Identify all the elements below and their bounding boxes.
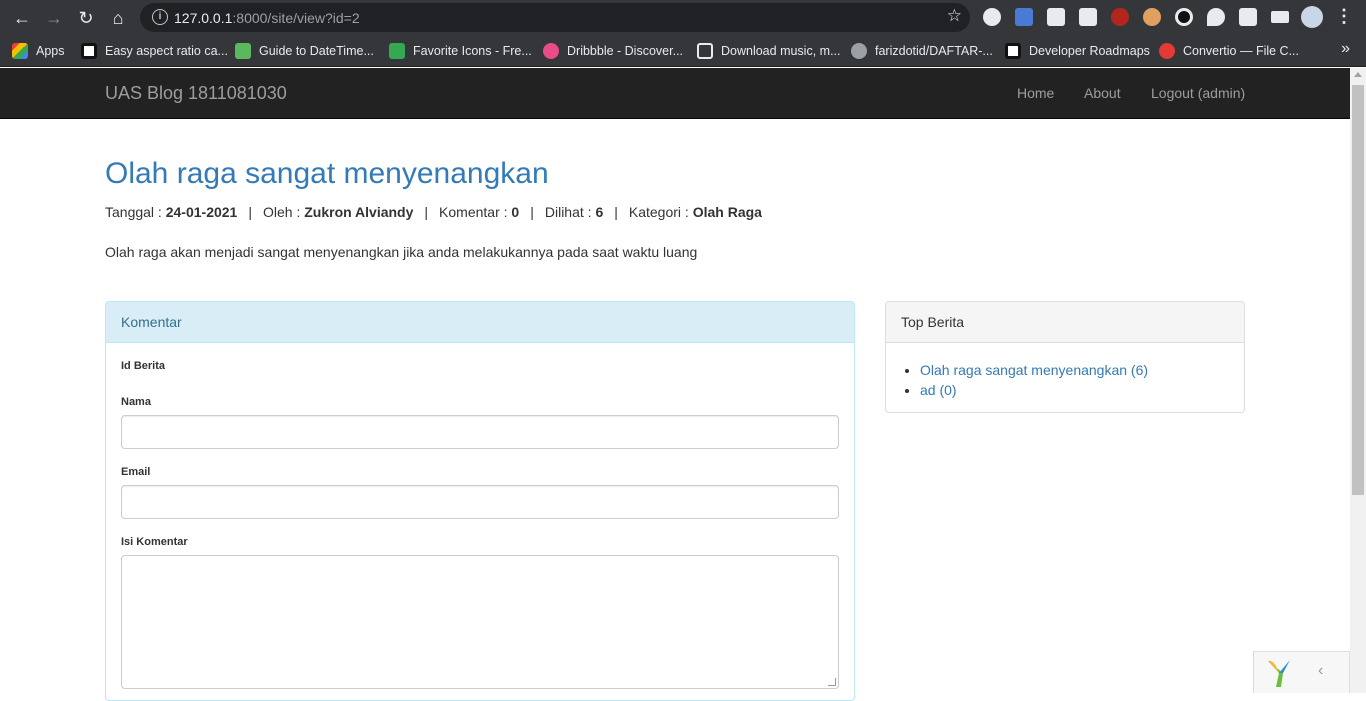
yii-logo-icon[interactable]: [1264, 657, 1294, 689]
nav-logout[interactable]: Logout (admin): [1151, 85, 1245, 101]
nama-label: Nama: [121, 396, 151, 408]
face-extension-icon[interactable]: [1143, 8, 1161, 26]
translate-extension-icon[interactable]: [1015, 8, 1033, 26]
back-icon[interactable]: ←: [10, 6, 34, 30]
email-input[interactable]: [121, 485, 839, 519]
convertio-icon: [1159, 43, 1175, 59]
browser-menu-icon[interactable]: ⋮: [1334, 6, 1354, 27]
bookmark-favicon: [697, 43, 713, 59]
bookmark-favicon: [235, 43, 251, 59]
post-category: Olah Raga: [692, 204, 762, 220]
browser-toolbar: ← → ↻ ⌂ i 127.0.0.1:8000/site/view?id=2 …: [0, 0, 1366, 35]
site-brand[interactable]: UAS Blog 1811081030: [105, 83, 287, 104]
profile-avatar[interactable]: [1301, 6, 1323, 28]
ublock-extension-icon[interactable]: [1111, 8, 1129, 26]
oleh-label: Oleh :: [262, 204, 301, 220]
forward-icon[interactable]: →: [42, 6, 66, 30]
bookmark-label: Apps: [36, 44, 65, 58]
tanggal-label: Tanggal :: [105, 204, 162, 220]
circle-extension-icon[interactable]: [1175, 8, 1193, 26]
bookmark-dribbble[interactable]: Dribbble - Discover...: [543, 42, 683, 60]
email-label: Email: [121, 466, 151, 478]
site-info-icon[interactable]: i: [152, 9, 168, 25]
page-scrollbar[interactable]: [1350, 68, 1366, 693]
resize-grip-icon[interactable]: [828, 678, 836, 686]
download-extension-icon[interactable]: [983, 8, 1001, 26]
bookmark-github[interactable]: farizdotid/DAFTAR-...: [851, 42, 993, 60]
media-control-icon[interactable]: [1271, 11, 1289, 23]
komentar-label: Komentar :: [439, 204, 508, 220]
dilihat-label: Dilihat :: [544, 204, 592, 220]
meta-separator: |: [248, 204, 252, 220]
bookmark-download-music[interactable]: Download music, m...: [697, 42, 840, 60]
bookmark-datetime[interactable]: Guide to DateTime...: [235, 42, 374, 60]
nav-about[interactable]: About: [1084, 85, 1121, 101]
scroll-up-icon[interactable]: [1354, 72, 1362, 77]
top-berita-item[interactable]: ad (0): [920, 380, 1148, 400]
top-berita-panel: Top Berita Olah raga sangat menyenangkan…: [885, 301, 1245, 413]
id-berita-label: Id Berita: [121, 360, 166, 372]
bookmarks-bar: Apps Easy aspect ratio ca... Guide to Da…: [0, 35, 1366, 67]
bookmark-favorite-icons[interactable]: Favorite Icons - Fre...: [389, 42, 532, 60]
isi-komentar-label: Isi Komentar: [121, 536, 188, 548]
bookmarks-overflow-icon[interactable]: »: [1341, 40, 1350, 58]
site-navbar: UAS Blog 1811081030 Home About Logout (a…: [0, 68, 1350, 119]
dribbble-icon: [543, 43, 559, 59]
top-berita-item[interactable]: Olah raga sangat menyenangkan (6): [920, 360, 1148, 380]
meta-separator: |: [614, 204, 618, 220]
address-bar[interactable]: i 127.0.0.1:8000/site/view?id=2 ☆: [140, 3, 970, 32]
post-body: Olah raga akan menjadi sangat menyenangk…: [105, 244, 698, 260]
bookmark-label: farizdotid/DAFTAR-...: [875, 44, 993, 58]
github-icon: [851, 43, 867, 59]
toolbar-toggle-icon[interactable]: ‹: [1318, 662, 1323, 680]
bookmark-label: Dribbble - Discover...: [567, 44, 684, 58]
bookmark-developer-roadmaps[interactable]: Developer Roadmaps: [1005, 42, 1150, 60]
view-count: 6: [595, 204, 604, 220]
isi-komentar-textarea[interactable]: [121, 555, 839, 689]
bookmark-label: Favorite Icons - Fre...: [413, 44, 532, 58]
bookmark-label: Convertio — File C...: [1183, 44, 1300, 58]
yii-debug-toolbar[interactable]: ‹: [1253, 651, 1350, 693]
bookmark-label: Guide to DateTime...: [259, 44, 374, 58]
bookmark-favicon: [81, 43, 97, 59]
bookmark-apps[interactable]: Apps: [12, 42, 65, 60]
meta-separator: |: [530, 204, 534, 220]
home-icon[interactable]: ⌂: [106, 6, 130, 30]
apps-grid-icon: [12, 43, 28, 59]
url-text[interactable]: 127.0.0.1:8000/site/view?id=2: [174, 10, 360, 26]
puzzle-extensions-icon[interactable]: [1239, 8, 1257, 26]
top-berita-heading: Top Berita: [886, 302, 1244, 343]
komentar-panel: Komentar Id Berita Nama Email Isi Koment…: [105, 301, 855, 701]
bookmark-label: Easy aspect ratio ca...: [105, 44, 228, 58]
post-meta: Tanggal : 24-01-2021 | Oleh : Zukron Alvia…: [105, 204, 762, 220]
bookmark-aspect-ratio[interactable]: Easy aspect ratio ca...: [81, 42, 228, 60]
page-viewport: UAS Blog 1811081030 Home About Logout (a…: [0, 68, 1366, 701]
bookmark-label: Developer Roadmaps: [1029, 44, 1150, 58]
post-title: Olah raga sangat menyenangkan: [105, 157, 549, 190]
scroll-thumb[interactable]: [1352, 85, 1364, 495]
bookmark-convertio[interactable]: Convertio — File C...: [1159, 42, 1299, 60]
top-berita-list: Olah raga sangat menyenangkan (6) ad (0): [920, 360, 1148, 400]
glasses-extension-icon[interactable]: [1079, 8, 1097, 26]
nama-input[interactable]: [121, 415, 839, 449]
kategori-label: Kategori :: [628, 204, 689, 220]
window-extension-icon[interactable]: [1047, 8, 1065, 26]
bookmark-star-icon[interactable]: ☆: [947, 6, 962, 26]
comment-count: 0: [511, 204, 520, 220]
bookmark-favicon: [389, 43, 405, 59]
bookmark-favicon: [1005, 43, 1021, 59]
meta-separator: |: [424, 204, 429, 220]
nav-home[interactable]: Home: [1017, 85, 1054, 101]
location-extension-icon[interactable]: [1207, 8, 1225, 26]
komentar-panel-heading: Komentar: [106, 302, 854, 343]
post-date: 24-01-2021: [165, 204, 238, 220]
bookmark-label: Download music, m...: [721, 44, 841, 58]
post-author: Zukron Alviandy: [304, 204, 414, 220]
reload-icon[interactable]: ↻: [74, 6, 98, 30]
